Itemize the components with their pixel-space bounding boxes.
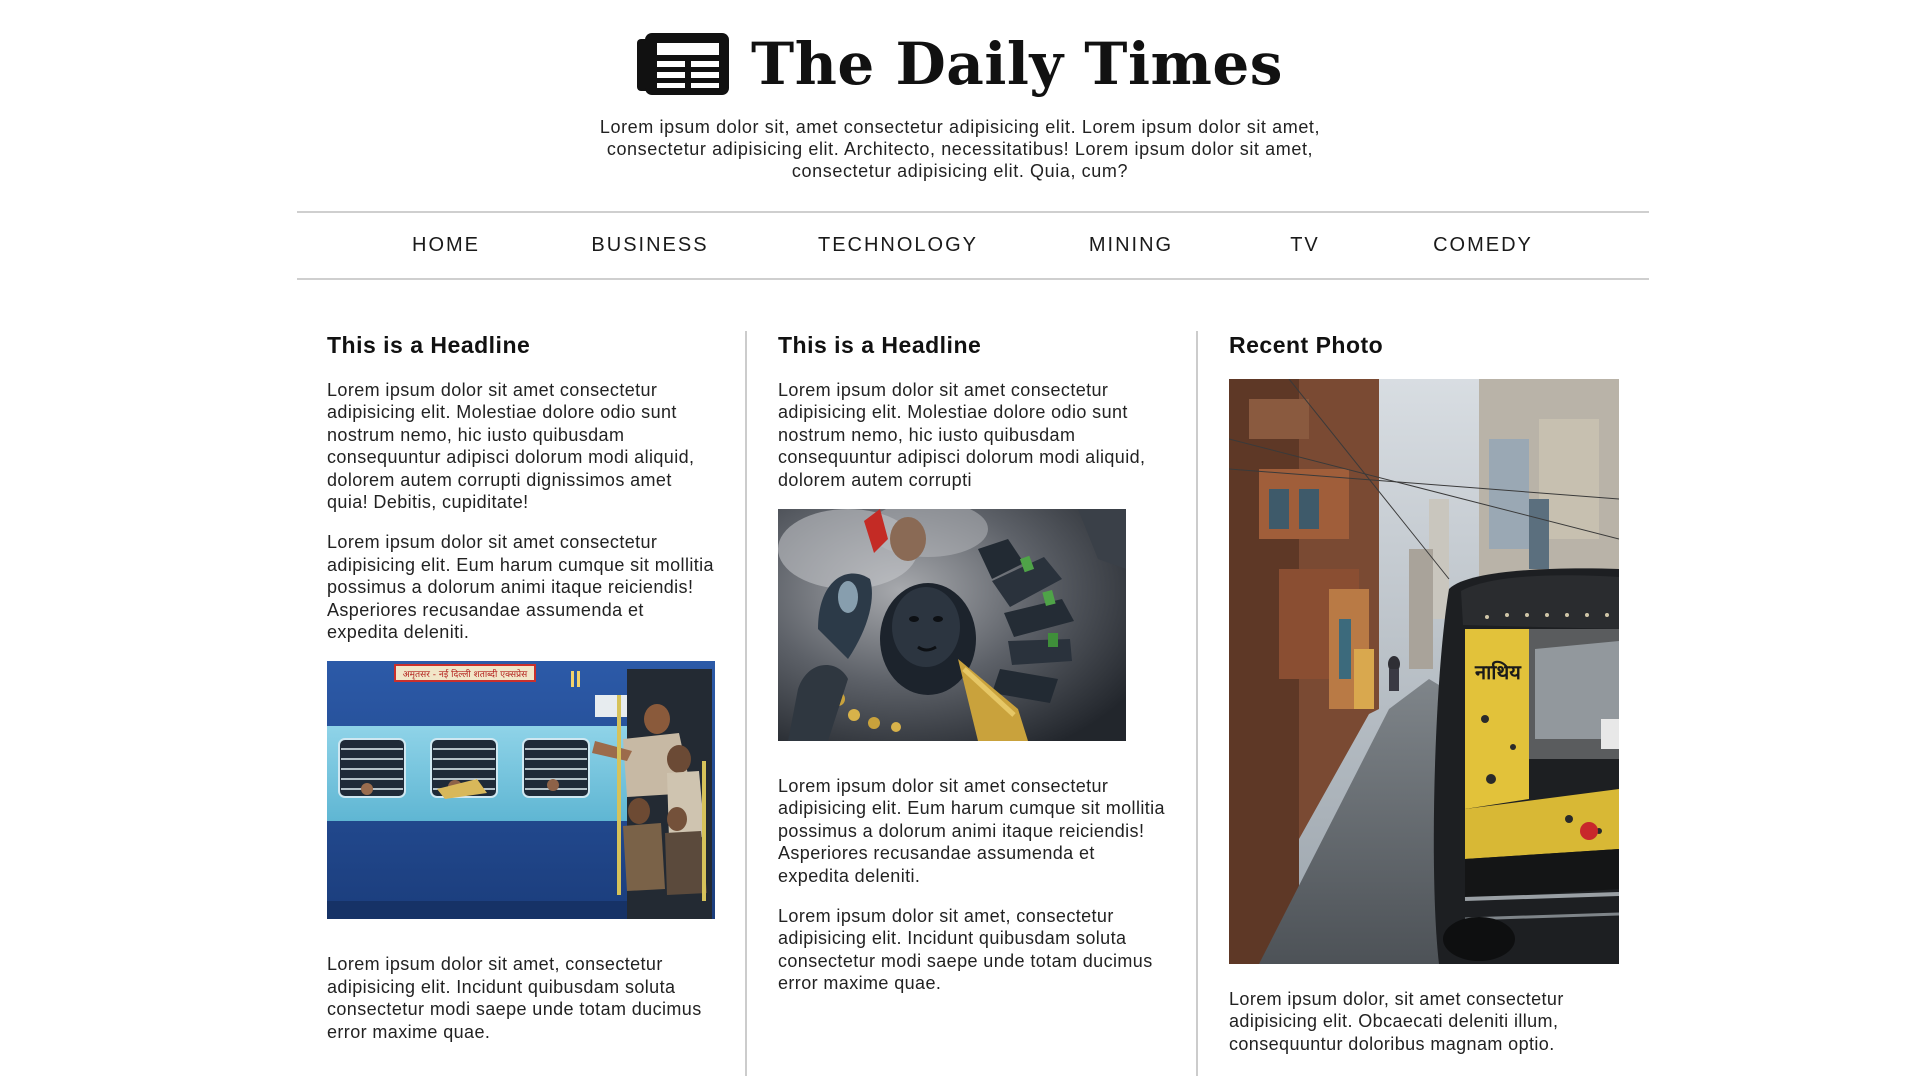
recent-photo-heading[interactable]: Recent Photo	[1229, 330, 1619, 360]
train-sign-text: अमृतसर - नई दिल्ली शताब्दी एक्सप्रेस	[403, 668, 528, 680]
street-rickshaw-photo: नाथिय	[1229, 379, 1619, 964]
article-headline[interactable]: This is a Headline	[327, 330, 717, 360]
photo-caption: Lorem ipsum dolor, sit amet consectetur …	[1229, 989, 1564, 1054]
article-paragraph: Lorem ipsum dolor sit amet consectetur a…	[778, 776, 1165, 886]
nav-item-tv[interactable]: TV	[1290, 213, 1320, 278]
site-tagline: Lorem ipsum dolor sit, amet consectetur …	[599, 117, 1321, 181]
article-column-1: This is a Headline Lorem ipsum dolor sit…	[327, 330, 717, 1061]
article-paragraph: Lorem ipsum dolor sit amet consectetur a…	[778, 380, 1146, 490]
article-paragraph: Lorem ipsum dolor sit amet, consectetur …	[778, 906, 1153, 994]
article-paragraph: Lorem ipsum dolor sit amet, consectetur …	[327, 954, 702, 1042]
article-column-2: This is a Headline Lorem ipsum dolor sit…	[778, 330, 1168, 1013]
article-paragraph: Lorem ipsum dolor sit amet consectetur a…	[327, 532, 714, 643]
newspaper-icon	[637, 33, 730, 95]
nav-item-technology[interactable]: TECHNOLOGY	[818, 213, 978, 278]
column-divider	[745, 331, 747, 1076]
rickshaw-sign-text: नाथिय	[1474, 660, 1522, 684]
site-title: The Daily Times	[751, 30, 1283, 98]
train-photo: अमृतसर - नई दिल्ली शताब्दी एक्सप्रेस	[327, 661, 715, 920]
nav-item-mining[interactable]: MINING	[1089, 213, 1173, 278]
article-column-3: Recent Photo नाथिय Lorem ipsum dolor, si…	[1229, 330, 1619, 1073]
deity-idol-photo	[778, 509, 1126, 742]
page: The Daily Times Lorem ipsum dolor sit, a…	[0, 0, 1920, 1082]
article-headline[interactable]: This is a Headline	[778, 330, 1168, 360]
nav-item-comedy[interactable]: COMEDY	[1433, 213, 1533, 278]
main-nav: HOME BUSINESS TECHNOLOGY MINING TV COMED…	[297, 211, 1649, 280]
nav-item-business[interactable]: BUSINESS	[591, 213, 708, 278]
column-divider	[1196, 331, 1198, 1076]
nav-item-home[interactable]: HOME	[412, 213, 480, 278]
brand[interactable]: The Daily Times	[637, 24, 1283, 104]
masthead: The Daily Times Lorem ipsum dolor sit, a…	[0, 24, 1920, 182]
article-paragraph: Lorem ipsum dolor sit amet consectetur a…	[327, 380, 695, 513]
